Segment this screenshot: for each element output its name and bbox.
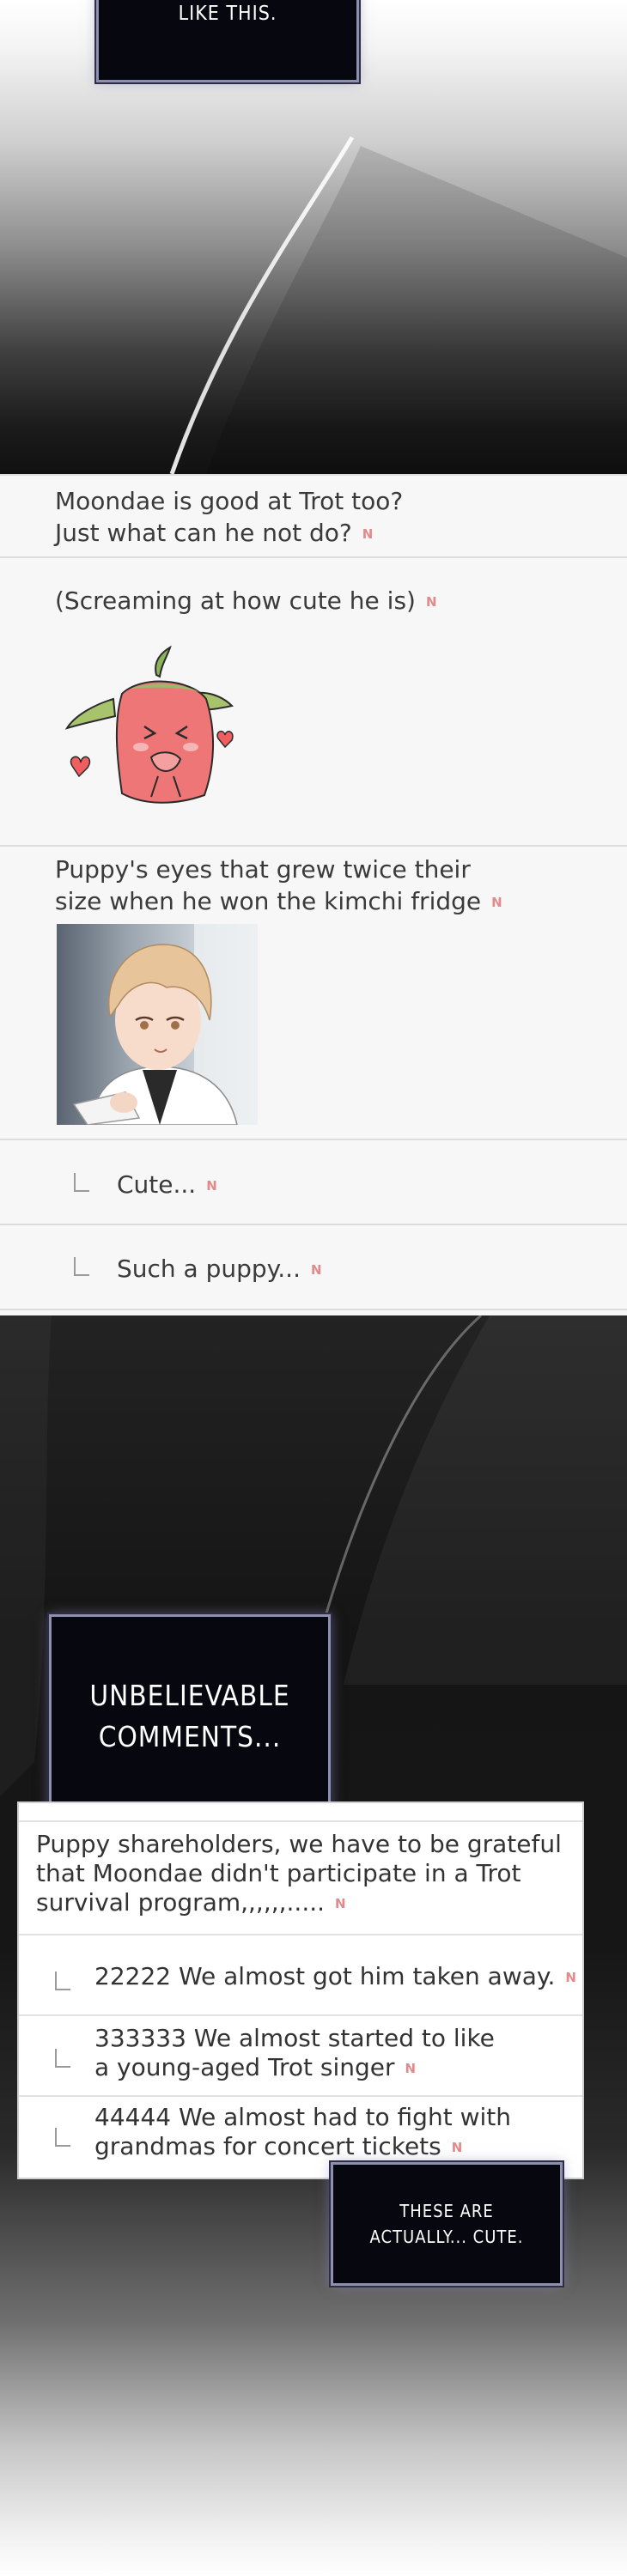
card-reply-3-line-2-wrap: grandmas for concert tickets N — [94, 2133, 462, 2161]
divider — [19, 2014, 582, 2016]
reply-2-wrap: Such a puppy... N — [117, 1254, 322, 1285]
card-reply-1-text: 22222 We almost got him taken away. — [94, 1962, 556, 1990]
heart-icon — [70, 756, 91, 778]
card-reply-2-line-2: a young-aged Trot singer — [94, 2053, 395, 2081]
divider — [0, 1139, 627, 1140]
caption-middle-line-2: COMMENTS... — [98, 1720, 282, 1753]
new-badge: N — [405, 2061, 417, 2076]
comment-3-line-2-wrap: size when he won the kimchi fridge N — [55, 886, 502, 918]
divider — [19, 1820, 582, 1822]
card-comment-1-line-1: Puppy shareholders, we have to be gratef… — [36, 1830, 562, 1858]
divider — [0, 1224, 627, 1225]
card-comment-1-line-3: survival program,,,,,,..... — [36, 1888, 326, 1917]
comment-2-text: (Screaming at how cute he is) — [55, 586, 416, 615]
character-photo — [57, 924, 258, 1125]
comment-2-wrap: (Screaming at how cute he is) N — [55, 586, 437, 617]
divider — [0, 556, 627, 558]
card-comment-1-line-2: that Moondae didn't participate in a Tro… — [36, 1859, 521, 1887]
comment-1-line-1: Moondae is good at Trot too? — [55, 487, 404, 515]
divider — [19, 2095, 582, 2097]
comment-3-line-1: Puppy's eyes that grew twice their — [55, 855, 471, 884]
caption-box-top: LIKE THIS. — [96, 0, 359, 82]
card-reply-3-line-1: 44444 We almost had to fight with — [94, 2103, 511, 2131]
new-badge: N — [425, 594, 437, 610]
caption-middle-line-1: UNBELIEVABLE — [89, 1679, 290, 1712]
divider — [0, 474, 627, 476]
caption-top-text: LIKE THIS. — [178, 3, 277, 25]
caption-bottom-line-2: ACTUALLY... CUTE. — [369, 2227, 524, 2247]
card-comment-1-line-3-wrap: survival program,,,,,,..... N — [36, 1889, 346, 1917]
top-gradient-panel: LIKE THIS. — [0, 0, 627, 474]
reply-2-text: Such a puppy... — [117, 1255, 301, 1283]
new-badge: N — [362, 526, 374, 542]
divider — [0, 1309, 627, 1310]
reply-arrow-icon — [55, 2049, 70, 2068]
divider — [19, 1934, 582, 1935]
caption-bottom-line-1: THESE ARE — [399, 2201, 494, 2221]
comment-3-line-2: size when he won the kimchi fridge — [55, 887, 482, 915]
heart-icon — [216, 730, 234, 749]
strawberry-sticker — [64, 645, 234, 804]
new-badge: N — [206, 1178, 217, 1194]
card-reply-2-line-1: 333333 We almost started to like — [94, 2024, 495, 2052]
new-badge: N — [451, 2140, 463, 2155]
comment-card: Puppy shareholders, we have to be gratef… — [17, 1801, 584, 2179]
new-badge: N — [491, 895, 502, 910]
card-reply-1-wrap: 22222 We almost got him taken away. N — [94, 1963, 576, 1991]
caption-box-middle: UNBELIEVABLE COMMENTS... — [49, 1614, 331, 1819]
reply-1-wrap: Cute... N — [117, 1170, 217, 1201]
reply-arrow-icon — [55, 1971, 70, 1990]
card-reply-2-line-2-wrap: a young-aged Trot singer N — [94, 2054, 416, 2082]
reply-1-text: Cute... — [117, 1170, 197, 1199]
reply-arrow-icon — [74, 1173, 89, 1192]
new-badge: N — [310, 1262, 322, 1278]
caption-box-bottom: THESE ARE ACTUALLY... CUTE. — [331, 2162, 563, 2286]
comment-1-line-2: Just what can he not do? — [55, 519, 352, 547]
comment-1-line-2-wrap: Just what can he not do? N — [55, 518, 373, 550]
divider — [0, 845, 627, 847]
new-badge: N — [565, 1970, 576, 1985]
card-reply-3-line-2: grandmas for concert tickets — [94, 2132, 441, 2160]
new-badge: N — [335, 1896, 346, 1911]
reply-arrow-icon — [74, 1257, 89, 1276]
reply-arrow-icon — [55, 2128, 70, 2147]
